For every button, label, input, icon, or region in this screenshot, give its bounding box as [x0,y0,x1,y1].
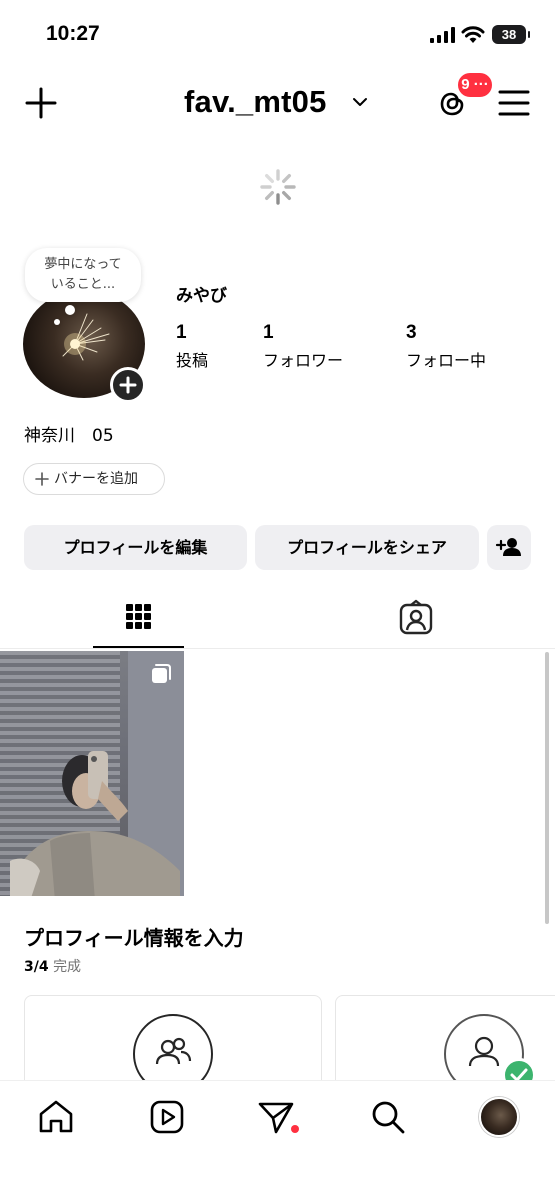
complete-profile-progress: 3/4 完成 [24,956,81,976]
loading-spinner-icon [260,169,296,205]
note-bubble[interactable]: 夢中になって いること... [25,248,141,302]
note-line-2: いること... [50,277,116,292]
search-icon[interactable] [368,1097,408,1137]
followers-stat[interactable]: 1 フォロワー [263,322,343,371]
messages-notification-dot [291,1125,299,1133]
posts-label: 投稿 [176,351,209,370]
plus-icon[interactable] [24,86,58,120]
posts-stat[interactable]: 1 投稿 [176,322,208,371]
display-name: みやび [176,286,227,306]
tagged-icon[interactable] [396,598,436,638]
add-banner-button[interactable]: バナーを追加 [23,463,165,495]
profile-avatar[interactable] [479,1097,519,1137]
suggestion-card-follow[interactable] [24,995,322,1094]
plus-icon [119,376,137,394]
signal-icon [430,27,455,43]
reels-icon[interactable] [147,1097,187,1137]
following-stat[interactable]: 3 フォロー中 [406,322,486,371]
add-banner-label: バナーを追加 [54,471,138,487]
following-label: フォロー中 [406,351,487,370]
wifi-icon [461,26,485,43]
status-bar: 10:27 38 [0,0,555,70]
username-title[interactable]: fav._mt05 [184,84,327,120]
post-photo-person [10,751,180,896]
progress-count: 3/4 [24,959,49,975]
home-icon[interactable] [36,1097,76,1137]
discover-people-button[interactable] [487,525,531,570]
share-profile-button[interactable]: プロフィールをシェア [255,525,479,570]
scrollbar[interactable] [545,652,549,924]
posts-count: 1 [176,322,187,343]
following-count: 3 [406,322,417,343]
note-bubble-tail [65,305,75,315]
followers-label: フォロワー [263,351,344,370]
complete-profile-title: プロフィール情報を入力 [24,926,244,950]
chevron-down-icon[interactable] [352,96,368,108]
menu-icon[interactable] [498,89,530,117]
add-person-icon [495,538,521,556]
multiple-posts-icon [152,664,171,683]
bottom-nav [0,1080,555,1200]
battery-indicator: 38 [492,25,530,44]
add-story-button[interactable] [110,367,146,403]
send-icon[interactable] [256,1097,296,1137]
followers-count: 1 [263,322,274,343]
suggestion-card-photo[interactable] [335,995,555,1094]
grid-icon[interactable] [118,598,158,638]
plus-icon [35,472,49,486]
bio-text: 神奈川 05 [24,426,114,446]
post-thumbnail[interactable] [0,651,184,896]
tab-divider [0,648,555,649]
note-bubble-tail-small [54,319,60,325]
note-line-1: 夢中になって [44,257,122,272]
notification-badge: 9 ··· [456,71,494,99]
progress-suffix: 完成 [53,959,82,975]
status-time: 10:27 [46,22,100,45]
edit-profile-button[interactable]: プロフィールを編集 [24,525,247,570]
